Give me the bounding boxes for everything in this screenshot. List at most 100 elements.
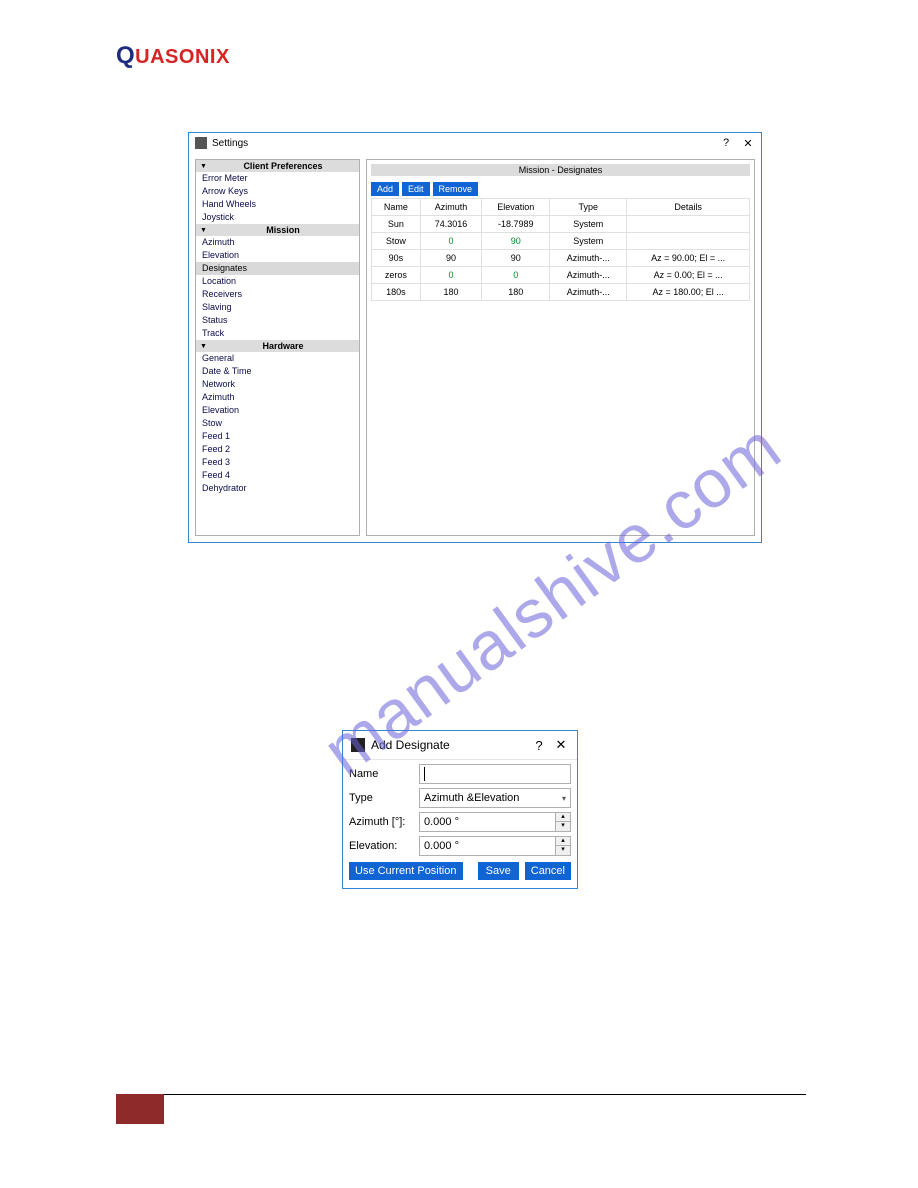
sidebar-item-stow[interactable]: Stow <box>196 417 359 430</box>
save-button[interactable]: Save <box>478 862 519 880</box>
elevation-input[interactable]: 0.000 ° <box>419 836 556 856</box>
sidebar-item-designates[interactable]: Designates <box>196 262 359 275</box>
chevron-down-icon: ▼ <box>200 163 207 170</box>
table-cell: 180 <box>420 284 481 301</box>
designates-table: Name Azimuth Elevation Type Details Sun7… <box>371 198 750 301</box>
sidebar-item-slaving[interactable]: Slaving <box>196 301 359 314</box>
table-header-row: Name Azimuth Elevation Type Details <box>372 199 750 216</box>
edit-button[interactable]: Edit <box>402 182 430 196</box>
section-client-preferences[interactable]: ▼Client Preferences <box>196 160 359 172</box>
table-cell: 180s <box>372 284 421 301</box>
table-cell: 90s <box>372 250 421 267</box>
main-heading: Mission - Designates <box>371 164 750 176</box>
sidebar-item-general[interactable]: General <box>196 352 359 365</box>
sidebar-item-track[interactable]: Track <box>196 327 359 340</box>
table-cell: Az = 90.00; El = ... <box>627 250 750 267</box>
remove-button[interactable]: Remove <box>433 182 479 196</box>
sidebar-item-elevation[interactable]: Elevation <box>196 249 359 262</box>
chevron-down-icon: ▼ <box>200 227 207 234</box>
table-cell: System <box>550 216 627 233</box>
settings-title: Settings <box>212 138 711 149</box>
sidebar-item-hw-elevation[interactable]: Elevation <box>196 404 359 417</box>
table-cell: Sun <box>372 216 421 233</box>
type-select[interactable]: Azimuth &Elevation ▾ <box>419 788 571 808</box>
table-cell: 0 <box>482 267 550 284</box>
settings-titlebar: Settings ? ✕ <box>189 133 761 153</box>
label-elevation: Elevation: <box>349 840 419 852</box>
table-cell: System <box>550 233 627 250</box>
sidebar-item-error-meter[interactable]: Error Meter <box>196 172 359 185</box>
sidebar-item-feed-1[interactable]: Feed 1 <box>196 430 359 443</box>
table-cell: 0 <box>420 233 481 250</box>
table-row[interactable]: 90s9090Azimuth-...Az = 90.00; El = ... <box>372 250 750 267</box>
table-cell: 90 <box>420 250 481 267</box>
add-button[interactable]: Add <box>371 182 399 196</box>
sidebar-item-feed-3[interactable]: Feed 3 <box>196 456 359 469</box>
table-cell <box>627 216 750 233</box>
label-name: Name <box>349 768 419 780</box>
spin-up-icon[interactable]: ▴ <box>556 837 570 846</box>
table-row[interactable]: Sun74.3016-18.7989System <box>372 216 750 233</box>
table-cell: Azimuth-... <box>550 250 627 267</box>
row-elevation: Elevation: 0.000 ° ▴ ▾ <box>349 836 571 856</box>
col-azimuth: Azimuth <box>420 199 481 216</box>
dialog-help-button[interactable]: ? <box>531 738 547 753</box>
sidebar-item-network[interactable]: Network <box>196 378 359 391</box>
sidebar-item-hand-wheels[interactable]: Hand Wheels <box>196 198 359 211</box>
use-current-button[interactable]: Use Current Position <box>349 862 463 880</box>
dialog-button-row: Use Current Position Save Cancel <box>349 862 571 880</box>
dialog-body: Name Type Azimuth &Elevation ▾ Azimuth [… <box>343 760 577 888</box>
label-azimuth: Azimuth [°]: <box>349 816 419 828</box>
sidebar-item-feed-4[interactable]: Feed 4 <box>196 469 359 482</box>
dialog-close-button[interactable]: ✕ <box>553 737 569 753</box>
name-input[interactable] <box>419 764 571 784</box>
table-cell: 90 <box>482 233 550 250</box>
table-cell: Az = 180.00; El ... <box>627 284 750 301</box>
brand-logo: QUASONIX <box>116 42 230 70</box>
azimuth-input[interactable]: 0.000 ° <box>419 812 556 832</box>
col-details: Details <box>627 199 750 216</box>
spin-down-icon[interactable]: ▾ <box>556 822 570 831</box>
button-row: Add Edit Remove <box>371 182 750 196</box>
table-row[interactable]: zeros00Azimuth-...Az = 0.00; El = ... <box>372 267 750 284</box>
dialog-titlebar: Add Designate ? ✕ <box>343 731 577 760</box>
elevation-spinner[interactable]: ▴ ▾ <box>555 836 571 856</box>
table-cell: 74.3016 <box>420 216 481 233</box>
logo-rest: UASONIX <box>135 46 230 68</box>
table-row[interactable]: 180s180180Azimuth-...Az = 180.00; El ... <box>372 284 750 301</box>
spin-up-icon[interactable]: ▴ <box>556 813 570 822</box>
sidebar-item-date-time[interactable]: Date & Time <box>196 365 359 378</box>
settings-icon <box>195 137 207 149</box>
sidebar-item-hw-azimuth[interactable]: Azimuth <box>196 391 359 404</box>
sidebar-item-joystick[interactable]: Joystick <box>196 211 359 224</box>
sidebar-item-azimuth[interactable]: Azimuth <box>196 236 359 249</box>
sidebar-item-location[interactable]: Location <box>196 275 359 288</box>
azimuth-spinner[interactable]: ▴ ▾ <box>555 812 571 832</box>
table-row[interactable]: Stow090System <box>372 233 750 250</box>
logo-q: Q <box>116 42 135 69</box>
sidebar-item-feed-2[interactable]: Feed 2 <box>196 443 359 456</box>
help-button[interactable]: ? <box>719 137 733 149</box>
add-designate-dialog: Add Designate ? ✕ Name Type Azimuth &Ele… <box>342 730 578 889</box>
cancel-button[interactable]: Cancel <box>525 862 571 880</box>
table-cell: Az = 0.00; El = ... <box>627 267 750 284</box>
dialog-icon <box>351 738 365 752</box>
section-mission[interactable]: ▼Mission <box>196 224 359 236</box>
section-hardware[interactable]: ▼Hardware <box>196 340 359 352</box>
col-type: Type <box>550 199 627 216</box>
settings-window: Settings ? ✕ ▼Client Preferences Error M… <box>188 132 762 543</box>
sidebar-item-dehydrator[interactable]: Dehydrator <box>196 482 359 495</box>
table-cell: Stow <box>372 233 421 250</box>
footer-block <box>116 1094 164 1124</box>
table-cell: 0 <box>420 267 481 284</box>
spin-down-icon[interactable]: ▾ <box>556 846 570 855</box>
table-cell: zeros <box>372 267 421 284</box>
settings-body: ▼Client Preferences Error Meter Arrow Ke… <box>189 153 761 542</box>
sidebar-item-arrow-keys[interactable]: Arrow Keys <box>196 185 359 198</box>
sidebar-item-receivers[interactable]: Receivers <box>196 288 359 301</box>
row-type: Type Azimuth &Elevation ▾ <box>349 788 571 808</box>
dialog-title: Add Designate <box>371 738 525 752</box>
label-type: Type <box>349 792 419 804</box>
close-button[interactable]: ✕ <box>741 137 755 150</box>
sidebar-item-status[interactable]: Status <box>196 314 359 327</box>
